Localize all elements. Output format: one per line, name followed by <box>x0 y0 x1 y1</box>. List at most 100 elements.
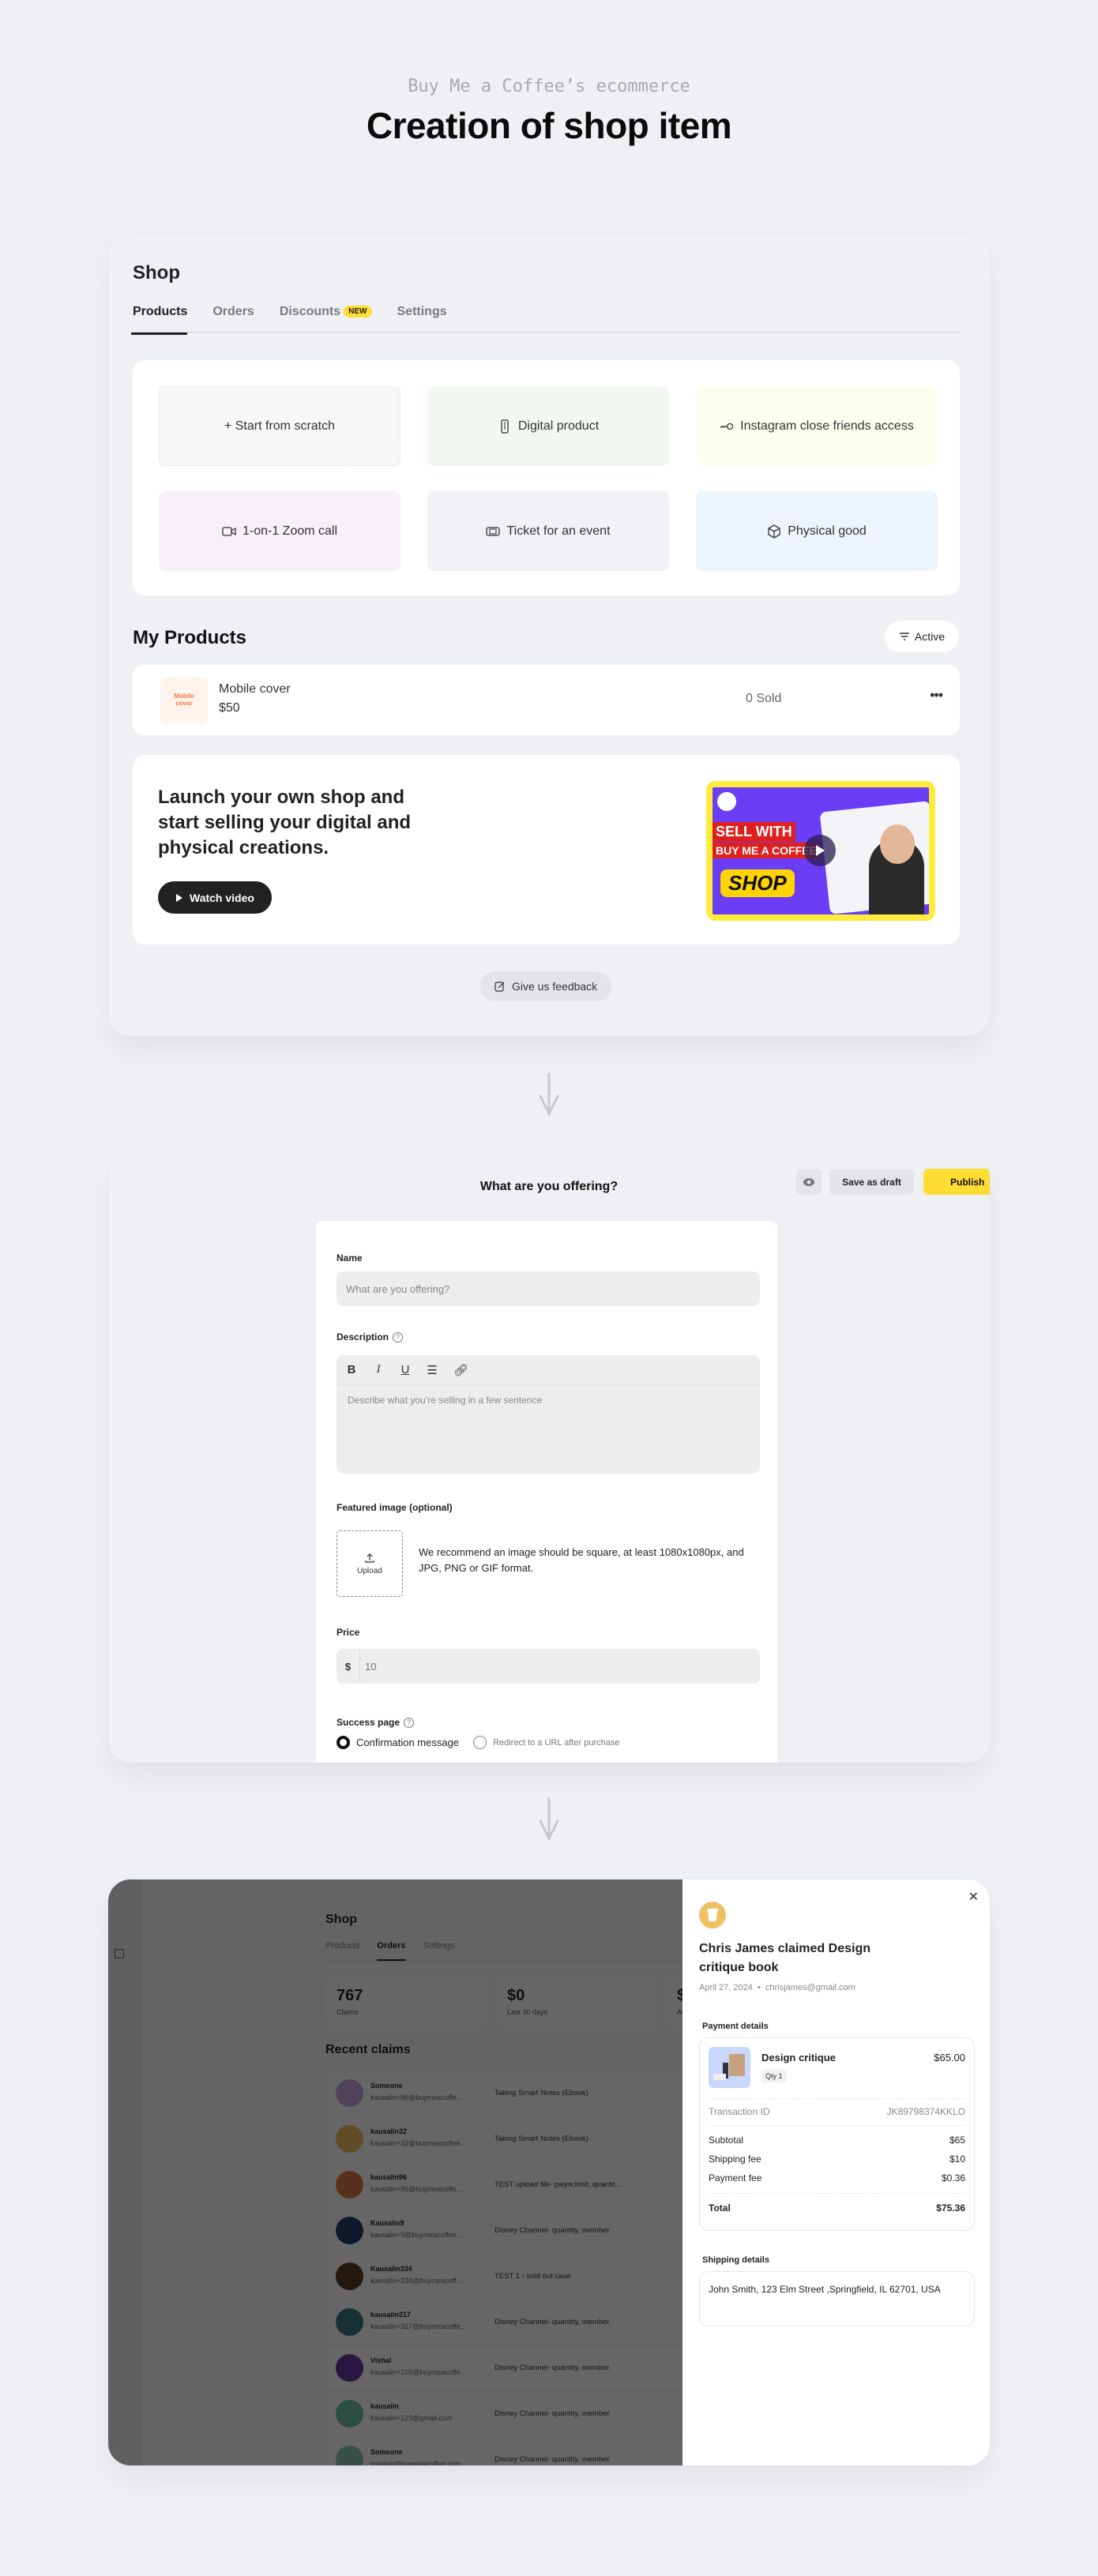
video-thumbnail[interactable]: SELL WITH BUY ME A COFFEE SHOP <box>706 781 935 921</box>
physical-good-button[interactable]: Physical good <box>696 491 938 571</box>
bmc-logo-icon <box>717 792 736 811</box>
confirmation-message-label: Confirmation message <box>356 1737 460 1748</box>
start-from-scratch-button[interactable]: + Start from scratch <box>159 386 400 466</box>
publish-button[interactable]: Publish <box>923 1169 990 1195</box>
transaction-row: Transaction ID JK89798374KKLO <box>709 2106 965 2117</box>
featured-label-text: Featured image (optional) <box>337 1502 453 1513</box>
line-label: Shipping fee <box>709 2154 761 2165</box>
promo-text: Launch your own shop and start selling y… <box>158 787 412 858</box>
total-row: Total $75.36 <box>709 2202 965 2214</box>
modal-backdrop[interactable] <box>108 1879 683 2465</box>
description-label: Description? <box>337 1331 404 1342</box>
line-value: $65 <box>949 2135 965 2146</box>
flow-arrow-down-icon <box>533 1797 565 1845</box>
status-filter-button[interactable]: Active <box>884 621 959 652</box>
product-type-picker: + Start from scratch Digital product Ins… <box>133 360 960 595</box>
price-label-text: Price <box>337 1627 360 1638</box>
tab-settings[interactable]: Settings <box>397 303 447 333</box>
presenter-face <box>880 824 915 864</box>
claim-date: April 27, 2024 <box>699 1983 753 1992</box>
name-input[interactable] <box>337 1271 760 1306</box>
give-feedback-button[interactable]: Give us feedback <box>480 971 612 1001</box>
description-editor[interactable]: B I U ☰ 🔗︎ Describe what you’re selling … <box>337 1355 760 1474</box>
preview-button[interactable] <box>796 1169 822 1195</box>
digital-product-button[interactable]: Digital product <box>427 386 669 466</box>
shop-tabs: Products Orders Discounts NEW Settings <box>130 303 959 335</box>
description-placeholder: Describe what you’re selling in a few se… <box>348 1395 543 1406</box>
instagram-close-friends-button[interactable]: Instagram close friends access <box>696 386 938 466</box>
product-row[interactable]: Mobile cover Mobile cover $50 0 Sold ••• <box>133 665 960 735</box>
page-subtitle: Buy Me a Coffee’s ecommerce <box>408 77 690 96</box>
total-value: $75.36 <box>936 2202 965 2214</box>
tab-discounts[interactable]: Discounts NEW <box>280 303 372 333</box>
help-icon[interactable]: ? <box>393 1331 404 1342</box>
redirect-url-label: Redirect to a URL after purchase <box>493 1737 620 1748</box>
help-icon[interactable]: ? <box>404 1717 415 1728</box>
close-icon[interactable]: ✕ <box>968 1889 979 1905</box>
play-overlay-icon[interactable] <box>804 835 836 866</box>
bold-icon[interactable]: B <box>346 1363 357 1376</box>
price-label: Price <box>337 1627 359 1638</box>
eye-icon <box>803 1177 814 1186</box>
play-icon <box>176 893 182 902</box>
upload-image-button[interactable]: Upload <box>337 1530 403 1597</box>
shop-title: Shop <box>133 262 180 284</box>
success-page-options: Confirmation message Redirect to a URL a… <box>337 1736 619 1749</box>
more-options-icon[interactable]: ••• <box>930 687 943 704</box>
zip-file-icon <box>501 419 509 434</box>
order-details-screen: Shop Products Orders Settings 767Claims … <box>108 1879 990 2465</box>
tile-label: 1-on-1 Zoom call <box>242 524 338 538</box>
zoom-call-button[interactable]: 1-on-1 Zoom call <box>159 491 400 571</box>
price-field: $ <box>337 1649 760 1684</box>
currency-symbol: $ <box>337 1649 360 1684</box>
claim-email: chrisjames@gmail.com <box>765 1983 855 1992</box>
line-label: Subtotal <box>709 2135 744 2146</box>
tab-orders[interactable]: Orders <box>212 303 254 333</box>
thumbnail-text-3: SHOP <box>720 869 795 897</box>
watch-video-button[interactable]: Watch video <box>158 881 272 914</box>
bullet-list-icon[interactable]: ☰ <box>427 1363 438 1377</box>
edit-icon <box>494 982 505 992</box>
payment-details-heading: Payment details <box>702 2022 769 2031</box>
product-name: Mobile cover <box>219 682 291 696</box>
claim-meta: April 27, 2024 • chrisjames@gmail.com <box>699 1983 855 1992</box>
save-draft-button[interactable]: Save as draft <box>829 1169 914 1195</box>
success-label-text: Success page <box>337 1717 400 1728</box>
video-camera-icon <box>222 526 236 536</box>
product-form: Name Description? B I U ☰ 🔗︎ Describe wh… <box>316 1221 777 1763</box>
description-label-text: Description <box>337 1331 389 1342</box>
promo-card: Launch your own shop and start selling y… <box>133 755 960 944</box>
italic-icon[interactable]: I <box>373 1363 384 1376</box>
create-product-screen: What are you offering? Save as draft Pub… <box>108 1156 990 1763</box>
confirmation-message-radio[interactable] <box>337 1736 350 1749</box>
thumb-text: Mobile cover <box>174 693 194 707</box>
page-title: Creation of shop item <box>366 105 732 146</box>
shipping-details-heading: Shipping details <box>702 2255 769 2265</box>
claim-detail-drawer: ✕ Chris James claimed Design critique bo… <box>682 1879 990 2465</box>
link-icon[interactable]: 🔗︎ <box>453 1363 468 1377</box>
shop-products-screen: Shop Products Orders Discounts NEW Settin… <box>108 234 990 1036</box>
underline-icon[interactable]: U <box>400 1363 411 1376</box>
price-input[interactable] <box>360 1660 760 1673</box>
tab-products[interactable]: Products <box>130 303 188 335</box>
tile-label: Digital product <box>517 419 600 433</box>
editor-toolbar: B I U ☰ 🔗︎ <box>337 1355 760 1385</box>
event-ticket-button[interactable]: Ticket for an event <box>427 491 669 571</box>
item-thumbnail <box>709 2047 750 2088</box>
upload-hint: We recommend an image should be square, … <box>419 1546 744 1574</box>
upload-icon <box>365 1553 374 1563</box>
transaction-id: JK89798374KKLO <box>886 2106 965 2117</box>
subtotal-row: Subtotal $65 <box>709 2135 965 2146</box>
shipping-fee-row: Shipping fee $10 <box>709 2154 965 2165</box>
redirect-url-radio[interactable] <box>473 1736 487 1749</box>
my-products-heading: My Products <box>133 627 247 648</box>
item-name: Design critique <box>761 2052 836 2063</box>
flow-arrow-down-icon <box>533 1072 565 1120</box>
success-page-label: Success page? <box>337 1717 415 1728</box>
line-label: Payment fee <box>709 2172 762 2184</box>
supporter-avatar <box>699 1902 726 1928</box>
item-quantity: Qty 1 <box>761 2070 787 2082</box>
product-sold-count: 0 Sold <box>746 692 782 705</box>
item-price: $65.00 <box>934 2052 965 2063</box>
upload-label: Upload <box>357 1566 382 1575</box>
